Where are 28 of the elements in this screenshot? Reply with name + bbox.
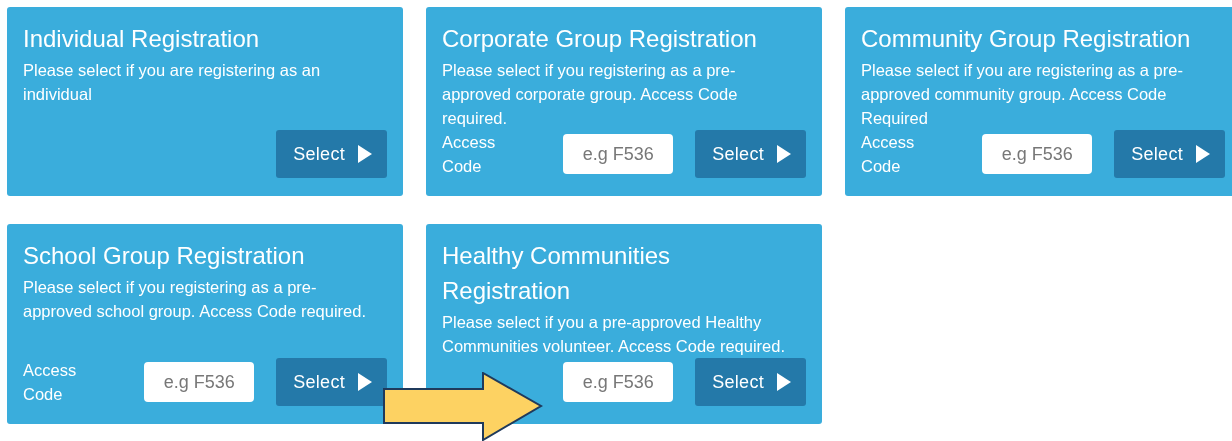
access-code-field[interactable]: e.g F536 xyxy=(982,134,1093,174)
card-description: Please select if you are registering as an individual xyxy=(23,60,322,105)
card-description: Please select if you registering as a pre-approved school group. Access Code required. xyxy=(23,277,368,322)
play-icon xyxy=(1195,144,1211,164)
card-description: Please select if you a pre-approved Healthy Communities volunteer. Access Code required. xyxy=(442,312,786,357)
access-code-field[interactable]: e.g F536 xyxy=(144,362,255,402)
card-title: Healthy Communities Registration xyxy=(442,241,672,306)
card-title: Individual Registration xyxy=(23,24,261,54)
card-title: School Group Registration xyxy=(23,241,306,271)
select-button[interactable]: Select xyxy=(695,358,806,406)
card-description: Please select if you registering as a pre-approved corporate group. Access Code required. xyxy=(442,60,739,129)
play-icon xyxy=(776,144,792,164)
access-code-label: Access Code xyxy=(442,132,497,177)
access-code-label: Access Code xyxy=(861,132,916,177)
select-button[interactable]: Select xyxy=(276,130,387,178)
select-button[interactable]: Select xyxy=(1114,130,1225,178)
card-description: Please select if you are registering as a pre-approved community group. Access Code Required xyxy=(861,60,1184,129)
play-icon xyxy=(776,372,792,392)
select-button[interactable]: Select xyxy=(695,130,806,178)
play-icon xyxy=(357,144,373,164)
access-code-field[interactable]: e.g F536 xyxy=(563,362,674,402)
access-code-label: Access Code xyxy=(23,360,78,405)
pointer-arrow-icon xyxy=(383,372,543,441)
access-code-field[interactable]: e.g F536 xyxy=(563,134,674,174)
card-title: Community Group Registration xyxy=(861,24,1192,54)
select-button[interactable]: Select xyxy=(276,358,387,406)
card-title: Corporate Group Registration xyxy=(442,24,758,54)
play-icon xyxy=(357,372,373,392)
